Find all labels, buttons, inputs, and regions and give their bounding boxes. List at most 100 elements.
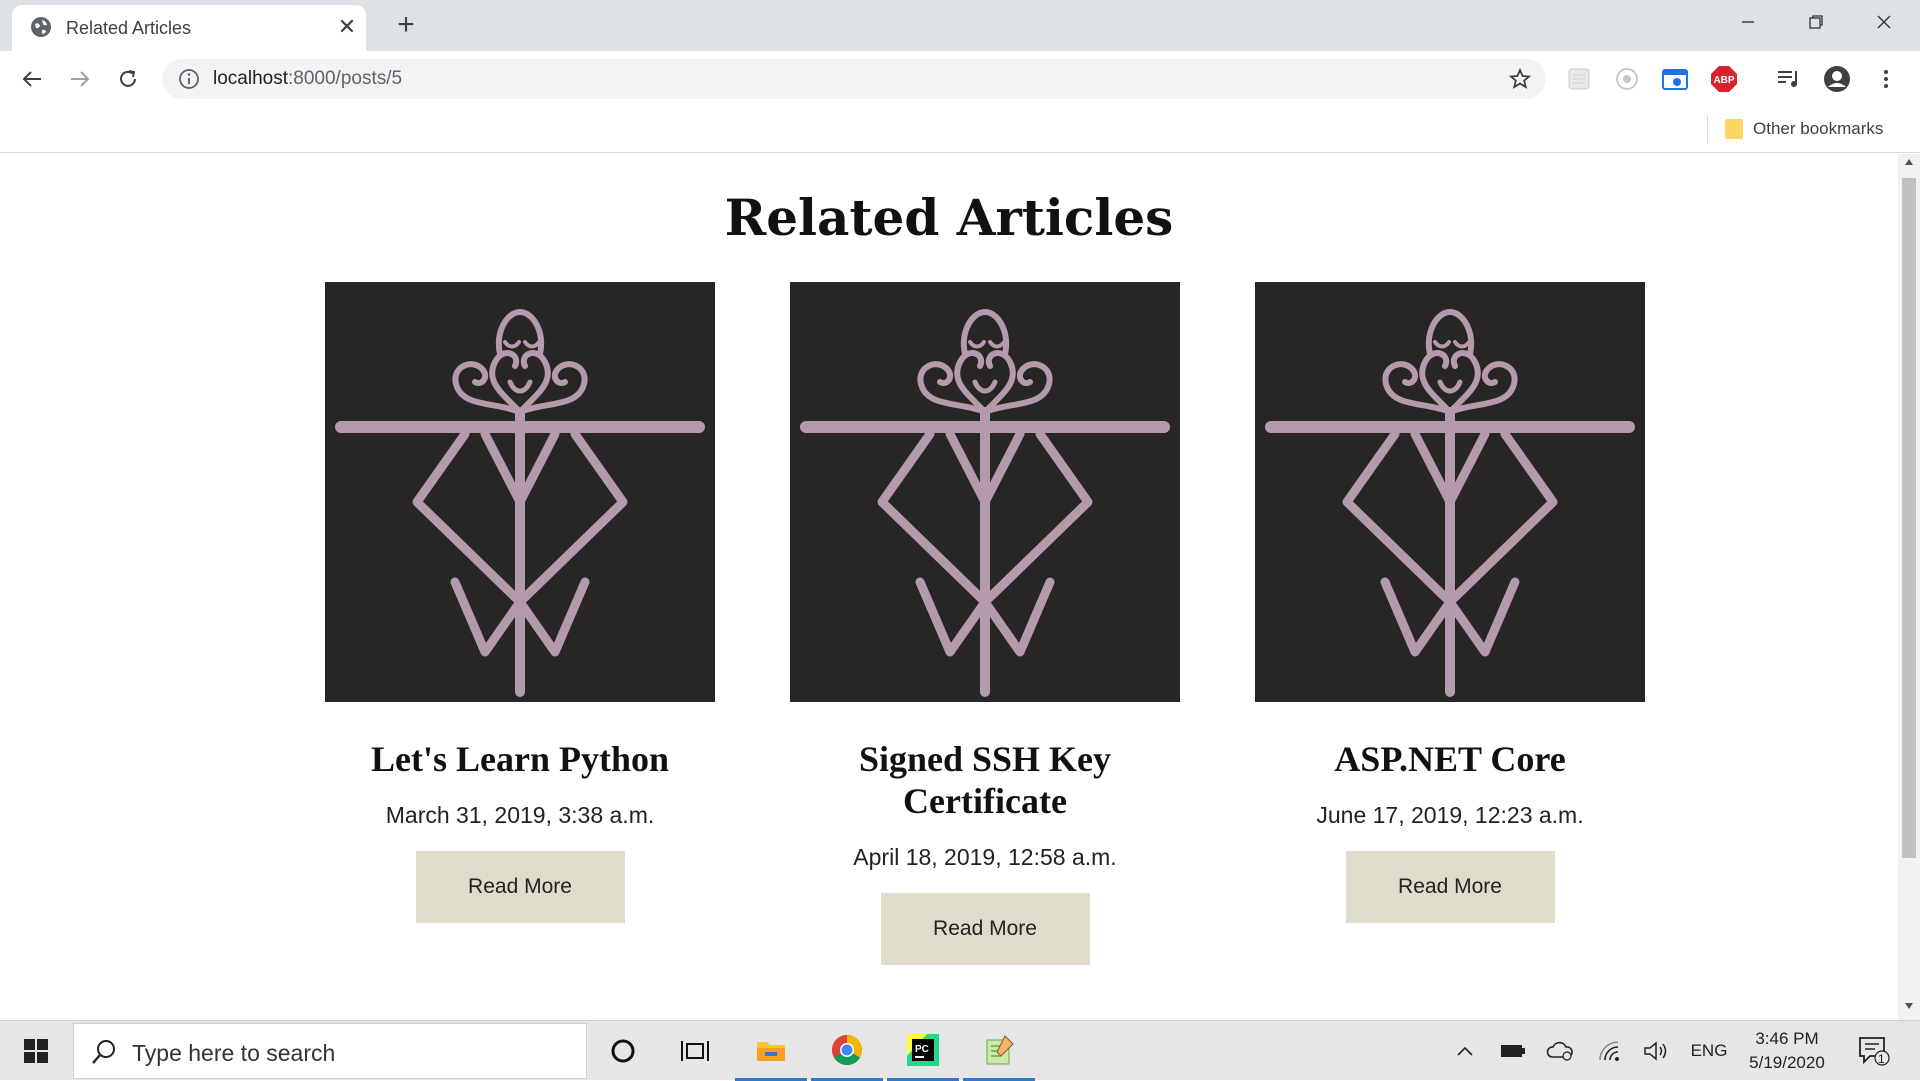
forward-button[interactable] [62,61,98,97]
back-button[interactable] [14,61,50,97]
chevron-up-icon [1457,1046,1473,1056]
article-card: Let's Learn Python March 31, 2019, 3:38 … [325,282,715,923]
page-scrollbar[interactable] [1898,154,1920,1020]
notification-count: 1 [1878,1052,1885,1066]
page-title: Related Articles [724,188,1174,247]
other-bookmarks-button[interactable]: Other bookmarks [1725,115,1883,143]
extension-screenshot-icon[interactable] [1661,65,1689,93]
article-card: Signed SSH Key Certificate April 18, 201… [790,282,1180,965]
arrow-right-icon [71,71,90,87]
more-vertical-icon [1884,70,1888,88]
browser-toolbar: localhost:8000/posts/5 ABP [0,51,1920,107]
article-title: ASP.NET Core [1334,739,1566,779]
clock-time: 3:46 PM [1755,1029,1819,1048]
extension-eye-icon[interactable] [1613,65,1641,93]
article-image [790,282,1180,702]
task-view-icon [681,1041,709,1061]
bookmarks-bar: Other bookmarks [0,107,1920,153]
url-text[interactable]: localhost:8000/posts/5 [213,68,402,90]
onedrive-tray-button[interactable] [1543,1021,1577,1081]
scroll-thumb[interactable] [1902,178,1916,858]
file-explorer-button[interactable] [735,1021,807,1081]
svg-text:PC: PC [915,1044,929,1055]
account-circle-icon [1824,66,1850,92]
scroll-down-arrow-icon[interactable] [1898,1002,1920,1016]
article-date: June 17, 2019, 12:23 a.m. [1316,802,1584,828]
taskbar-clock[interactable]: 3:46 PM 5/19/2020 [1732,1027,1842,1075]
adblock-plus-icon[interactable]: ABP [1710,65,1738,93]
volume-tray-button[interactable] [1639,1021,1673,1081]
article-title: Signed SSH Key Certificate [858,739,1112,821]
chrome-taskbar-button[interactable] [811,1021,883,1081]
speaker-icon [1644,1041,1667,1061]
restore-button[interactable] [1784,0,1848,44]
notepad-plus-icon [986,1034,1014,1064]
article-image [1255,282,1645,702]
info-icon[interactable] [178,68,200,90]
abp-icon: ABP [1711,66,1737,92]
scroll-up-arrow-icon[interactable] [1898,158,1920,172]
windows-logo-icon [24,1039,48,1063]
svg-text:ABP: ABP [1713,75,1734,86]
task-view-button[interactable] [659,1021,731,1081]
article-date: March 31, 2019, 3:38 a.m. [385,802,655,828]
media-control-icon[interactable] [1775,65,1803,93]
page-content: Related Articles Let's Learn Python Marc… [0,154,1898,1020]
close-icon [1877,15,1891,29]
tab-title: Related Articles [66,18,192,38]
read-more-button[interactable]: Read More [415,851,625,923]
pycharm-button[interactable]: PC [887,1021,959,1081]
taskbar-search-box[interactable]: Type here to search [73,1023,587,1079]
article-title: Let's Learn Python [370,739,669,779]
extension-grid-icon[interactable] [1565,65,1593,93]
restore-icon [1809,15,1823,29]
chrome-menu-button[interactable] [1872,65,1900,93]
cortana-circle-icon [611,1039,635,1063]
tab-related-articles[interactable]: Related Articles ✕ [12,5,366,51]
search-placeholder: Type here to search [132,1040,336,1066]
language-indicator[interactable]: ENG [1684,1021,1734,1081]
search-icon [92,1040,115,1064]
profile-icon[interactable] [1823,65,1851,93]
action-center-button[interactable]: 1 [1850,1021,1898,1081]
tab-close-icon[interactable]: ✕ [334,14,360,40]
cloud-sync-icon [1546,1041,1573,1061]
read-more-button[interactable]: Read More [880,893,1090,965]
close-window-button[interactable] [1852,0,1916,44]
arrow-left-icon [22,71,41,87]
minimize-button[interactable] [1716,0,1780,44]
star-icon[interactable] [1508,67,1532,91]
playlist-icon [1778,71,1797,87]
network-tray-button[interactable] [1593,1021,1627,1081]
read-more-button[interactable]: Read More [1345,851,1555,923]
address-bar[interactable]: localhost:8000/posts/5 [162,59,1546,99]
show-hidden-icons-button[interactable] [1450,1021,1480,1081]
article-date: April 18, 2019, 12:58 a.m. [853,844,1117,870]
battery-icon [1501,1045,1525,1057]
minimize-icon [1742,21,1754,23]
reload-icon [120,70,136,87]
article-card: ASP.NET Core June 17, 2019, 12:23 a.m. R… [1255,282,1645,923]
bookmarks-separator [1707,115,1708,143]
notification-icon [1859,1037,1890,1066]
tab-strip: Related Articles ✕ + [0,0,1920,51]
eye-icon [1616,68,1638,90]
globe-icon [31,17,51,37]
start-button[interactable] [0,1021,72,1081]
cortana-button[interactable] [587,1021,659,1081]
grid-icon [1568,68,1590,90]
pycharm-icon: PC [907,1033,939,1066]
wifi-icon [1599,1041,1619,1061]
taskbar: Type here to search PC ENG 3:46 PM 5/19/… [0,1020,1920,1081]
editor-app-button[interactable] [963,1021,1035,1081]
folder-icon [1725,119,1743,139]
clock-date: 5/19/2020 [1749,1053,1825,1072]
chrome-icon [831,1034,863,1065]
article-image [325,282,715,702]
battery-tray-button[interactable] [1496,1021,1530,1081]
new-tab-button[interactable]: + [389,8,423,42]
camera-icon [1662,69,1688,90]
reload-button[interactable] [110,61,146,97]
other-bookmarks-label: Other bookmarks [1753,119,1884,138]
folder-icon [757,1041,785,1061]
